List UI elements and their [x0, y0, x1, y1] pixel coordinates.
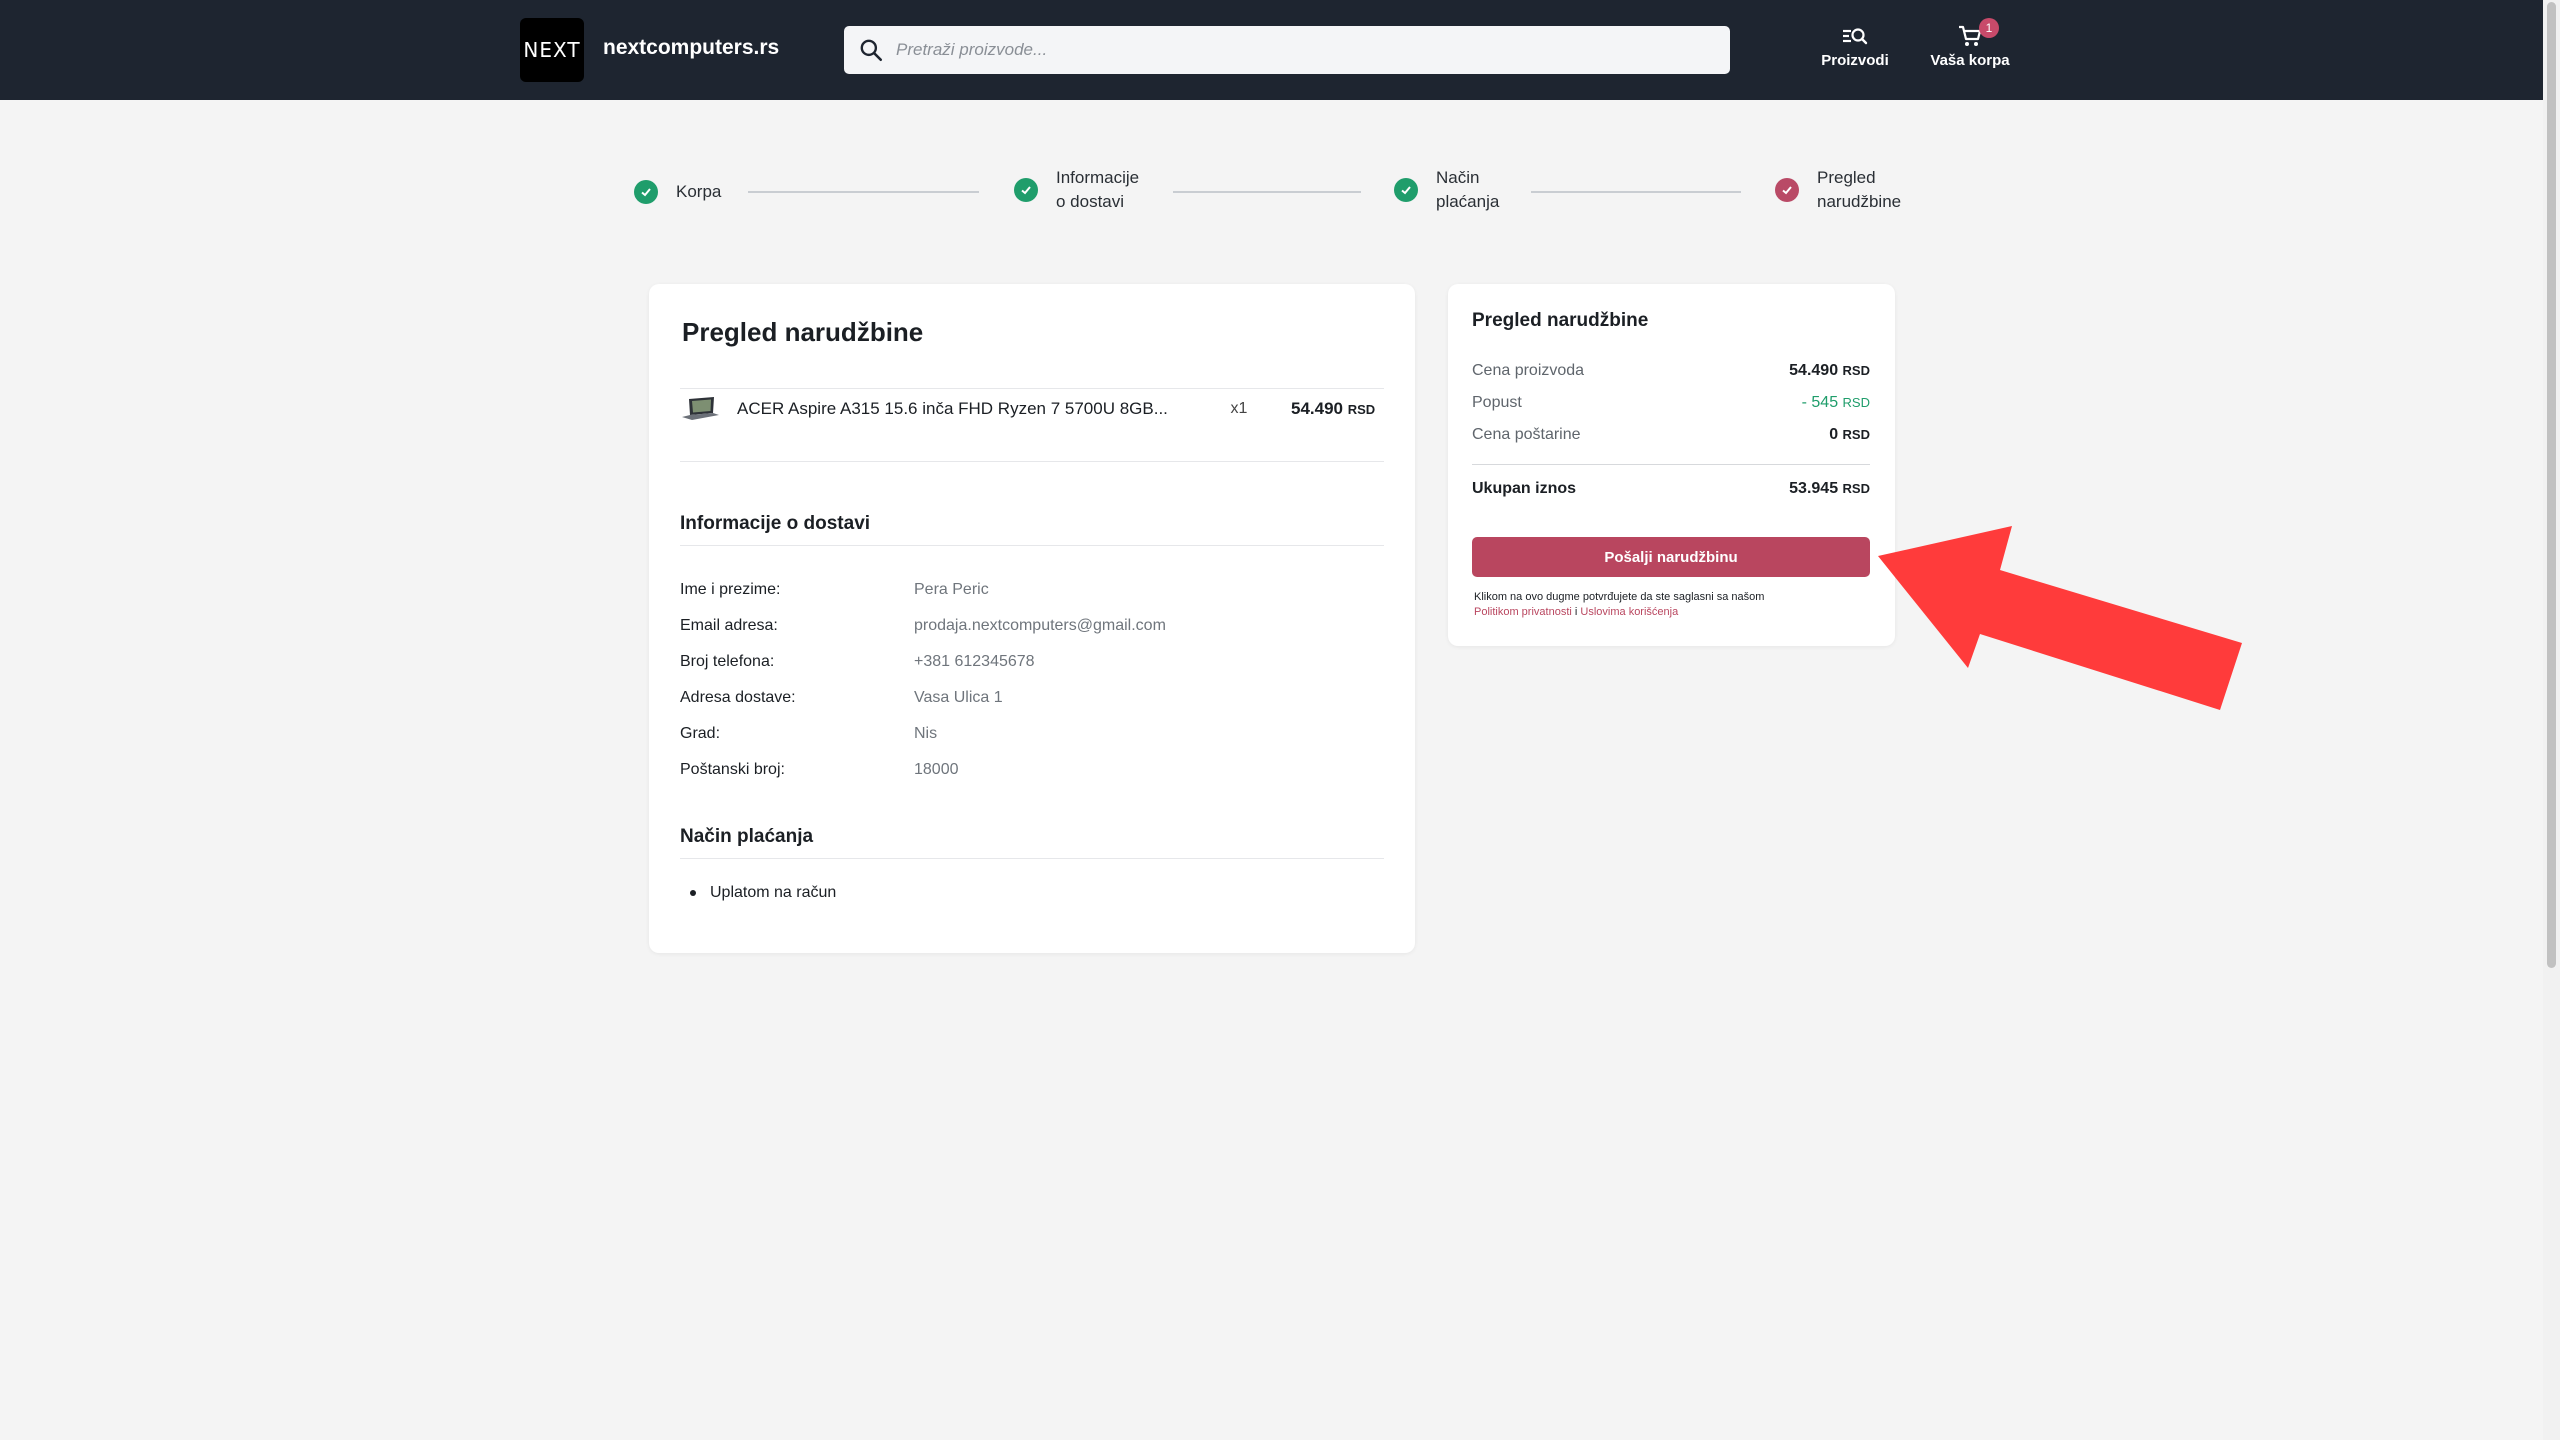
cart-count-badge: 1	[1979, 18, 1999, 38]
summary-shipping: Cena poštarine 0 RSD	[1472, 426, 1870, 443]
check-icon	[1014, 178, 1038, 202]
info-row-email: Email adresa: prodaja.nextcomputers@gmai…	[680, 617, 1166, 634]
divider	[680, 545, 1384, 546]
step-delivery-info: Informacije o dostavi	[1014, 166, 1139, 214]
scrollbar-thumb[interactable]	[2547, 2, 2556, 968]
order-item-row: ACER Aspire A315 15.6 inča FHD Ryzen 7 5…	[680, 389, 1384, 429]
info-row-address: Adresa dostave: Vasa Ulica 1	[680, 689, 1003, 706]
terms-notice: Klikom na ovo dugme potvrđujete da ste s…	[1474, 591, 1765, 618]
product-search-icon	[1843, 28, 1868, 45]
logo[interactable]: NEXT	[520, 18, 584, 82]
divider	[680, 858, 1384, 859]
step-connector	[1173, 191, 1361, 193]
step-label: Informacije o dostavi	[1056, 168, 1140, 211]
divider	[1472, 464, 1870, 465]
step-connector	[1531, 191, 1741, 193]
step-label: Pregled narudžbine	[1817, 168, 1902, 211]
step-label: Korpa	[676, 182, 722, 201]
step-connector	[748, 191, 979, 193]
info-row-name: Ime i prezime: Pera Peric	[680, 581, 989, 598]
step-order-review: Pregled narudžbine	[1775, 166, 1901, 214]
products-nav-button[interactable]: Proizvodi	[1815, 24, 1895, 69]
summary-total: Ukupan iznos 53.945 RSD	[1472, 480, 1870, 497]
payment-method-item: Uplatom na račun	[680, 884, 836, 902]
info-row-city: Grad: Nis	[680, 725, 938, 742]
search-bar	[844, 26, 1730, 74]
product-quantity: x1	[1230, 400, 1248, 417]
info-row-phone: Broj telefona: +381 612345678	[680, 653, 1035, 670]
page-scrollbar[interactable]	[2543, 0, 2560, 1440]
laptop-thumbnail[interactable]	[680, 394, 720, 424]
summary-product-price: Cena proizvoda 54.490 RSD	[1472, 362, 1870, 379]
cart-nav-label: Vaša korpa	[1930, 52, 2010, 69]
order-summary-card: Pregled narudžbine Cena proizvoda 54.490…	[1448, 284, 1895, 646]
divider	[680, 461, 1384, 462]
bullet	[690, 890, 696, 896]
summary-discount: Popust - 545 RSD	[1472, 394, 1870, 411]
delivery-info-list: Ime i prezime: Pera Peric Email adresa: …	[680, 572, 1166, 788]
info-row-postal-code: Poštanski broj: 18000	[680, 761, 959, 778]
annotation-arrow-icon	[1878, 526, 2242, 710]
search-icon[interactable]	[858, 37, 884, 63]
page-title: Pregled narudžbine	[682, 317, 924, 347]
product-name[interactable]: ACER Aspire A315 15.6 inča FHD Ryzen 7 5…	[737, 399, 1197, 419]
submit-order-button[interactable]: Pošalji narudžbinu	[1472, 537, 1870, 577]
search-input[interactable]	[896, 30, 1696, 70]
products-nav-label: Proizvodi	[1821, 52, 1889, 69]
check-icon	[1775, 178, 1799, 202]
step-cart: Korpa	[634, 180, 721, 204]
payment-method-title: Način plaćanja	[680, 826, 814, 847]
top-navbar: NEXT nextcomputers.rs Proizvodi 1 Vaša k…	[0, 0, 2560, 100]
check-icon	[1394, 178, 1418, 202]
site-name-link[interactable]: nextcomputers.rs	[603, 36, 779, 60]
cart-nav-button[interactable]: 1 Vaša korpa	[1925, 18, 2015, 69]
order-review-card: Pregled narudžbine ACER Aspire A315 15.6…	[649, 284, 1415, 953]
product-price: 54.490 RSD	[1291, 399, 1376, 418]
check-icon	[634, 180, 658, 204]
privacy-policy-link[interactable]: Politikom privatnosti	[1474, 606, 1572, 618]
step-payment-method: Način plaćanja	[1394, 166, 1499, 214]
summary-title: Pregled narudžbine	[1472, 310, 1649, 331]
terms-of-use-link[interactable]: Uslovima korišćenja	[1580, 606, 1678, 618]
step-label: Način plaćanja	[1436, 168, 1500, 211]
delivery-info-title: Informacije o dostavi	[680, 513, 871, 534]
